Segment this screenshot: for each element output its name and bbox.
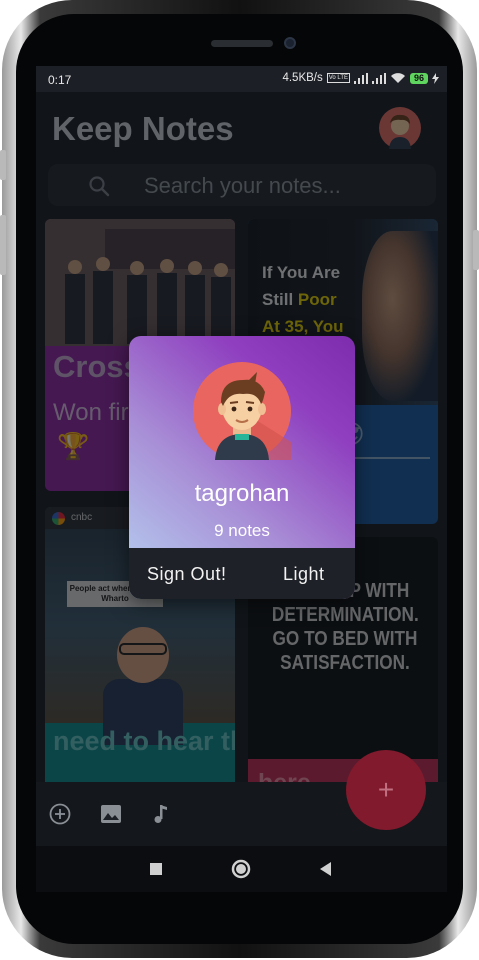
network-speed: 4.5KB/s — [282, 72, 323, 84]
image-icon[interactable] — [99, 802, 123, 826]
front-camera — [284, 37, 296, 49]
note-title: need to hear this — [53, 726, 235, 756]
theme-toggle-button[interactable]: Light — [283, 564, 325, 585]
wifi-icon — [390, 73, 405, 83]
search-icon[interactable] — [88, 175, 110, 197]
quote-line: If You Are — [262, 263, 341, 282]
notes-count-label: 9 notes — [214, 521, 270, 540]
search-input[interactable] — [144, 170, 424, 202]
volume-button — [0, 150, 6, 180]
group-photo-image — [45, 219, 235, 346]
app-title: Keep Notes — [52, 110, 234, 147]
signal-icon — [353, 72, 368, 84]
volume-button — [0, 215, 6, 275]
portrait-image — [362, 231, 438, 401]
quote-line: Still — [262, 290, 298, 309]
signal-icon — [371, 72, 386, 84]
kid-image — [117, 627, 169, 683]
battery-icon: 96 — [409, 72, 428, 84]
quote-line: At 35, You — [262, 317, 344, 336]
recents-icon[interactable] — [145, 858, 167, 880]
app-screen: 0:17 4.5KB/s Vo LTE 96 Keep Notes Search… — [36, 66, 447, 892]
note-image — [45, 219, 235, 346]
add-note-fab-button[interactable]: + — [346, 750, 426, 830]
volte-badge: Vo LTE — [326, 73, 350, 83]
earpiece-speaker — [211, 40, 273, 47]
trophy-icon: 🏆 — [57, 431, 90, 461]
add-note-icon[interactable] — [48, 802, 72, 826]
quote-highlight: Poor — [297, 290, 337, 309]
user-avatar — [193, 362, 291, 460]
music-note-icon[interactable] — [148, 802, 172, 826]
back-icon[interactable] — [315, 858, 337, 880]
username-label: tagrohan — [194, 480, 290, 507]
sign-out-button[interactable]: Sign Out! — [147, 564, 227, 585]
status-bar: 0:17 4.5KB/s Vo LTE 96 — [36, 66, 447, 92]
note-title: Cross — [53, 349, 141, 384]
profile-dialog: tagrohan 9 notes Sign Out! Light — [129, 336, 355, 599]
status-time: 0:17 — [48, 73, 72, 87]
power-button — [473, 230, 479, 270]
note-subtitle: Won fir — [53, 399, 129, 426]
charging-icon — [432, 72, 439, 84]
note-quote: If You Are Still Poor At 35, You — [262, 259, 344, 340]
glasses-icon — [119, 643, 167, 655]
status-icons: 4.5KB/s Vo LTE 96 — [282, 72, 439, 84]
profile-avatar-button[interactable] — [379, 107, 421, 149]
dialog-actions: Sign Out! Light — [129, 548, 355, 599]
cnbc-logo-icon — [52, 512, 65, 525]
home-icon[interactable] — [230, 858, 252, 880]
system-nav-bar — [36, 846, 447, 892]
